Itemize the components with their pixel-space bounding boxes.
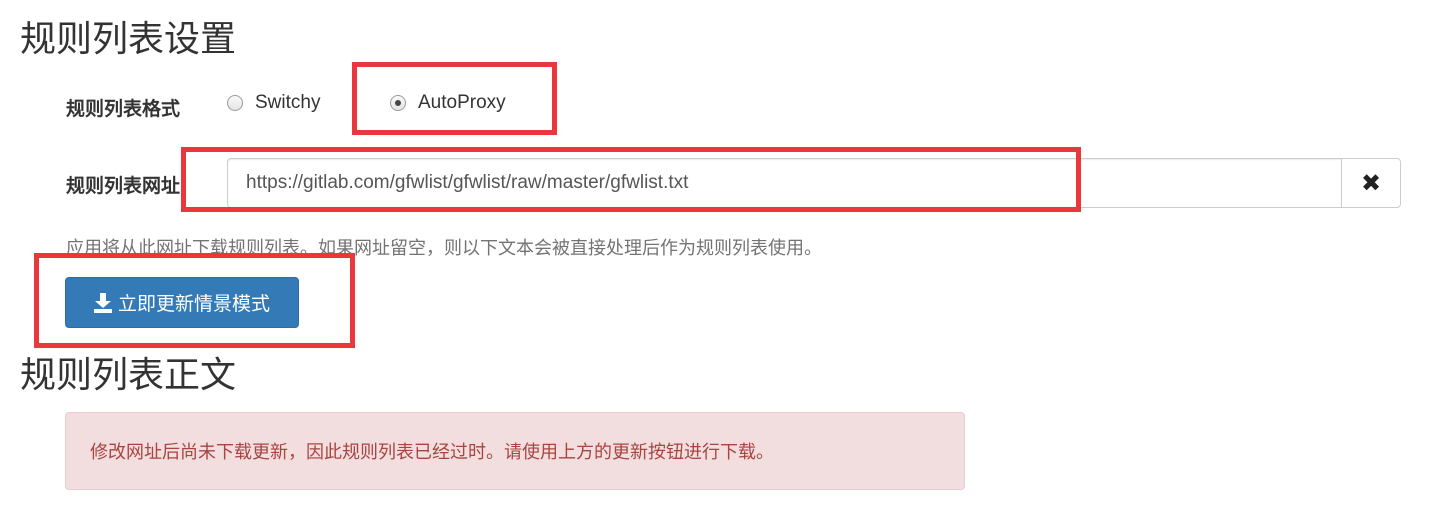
clear-url-button[interactable]: ✖: [1341, 158, 1401, 208]
radio-autoproxy-circle[interactable]: [390, 95, 406, 111]
radio-autoproxy[interactable]: AutoProxy: [390, 92, 506, 114]
settings-heading: 规则列表设置: [20, 19, 237, 60]
radio-switchy-label: Switchy: [255, 92, 321, 113]
close-icon: ✖: [1360, 169, 1382, 197]
radio-switchy[interactable]: Switchy: [227, 92, 320, 114]
radio-autoproxy-label: AutoProxy: [418, 92, 506, 113]
url-help-text: 应用将从此网址下载规则列表。如果网址留空，则以下文本会被直接处理后作为规则列表使…: [66, 238, 822, 259]
update-button-label: 立即更新情景模式: [117, 293, 270, 315]
outdated-alert: 修改网址后尚未下载更新，因此规则列表已经过时。请使用上方的更新按钮进行下载。: [65, 412, 965, 490]
radio-switchy-circle[interactable]: [227, 95, 243, 111]
url-label: 规则列表网址:: [66, 175, 188, 197]
url-input-group: ✖: [227, 158, 1401, 208]
content-heading: 规则列表正文: [20, 355, 237, 396]
alert-text: 修改网址后尚未下载更新，因此规则列表已经过时。请使用上方的更新按钮进行下载。: [90, 442, 774, 463]
format-label: 规则列表格式: [66, 98, 181, 120]
download-icon: [93, 292, 112, 313]
update-profile-button[interactable]: 立即更新情景模式: [65, 277, 299, 328]
rule-list-url-input[interactable]: [227, 158, 1341, 208]
